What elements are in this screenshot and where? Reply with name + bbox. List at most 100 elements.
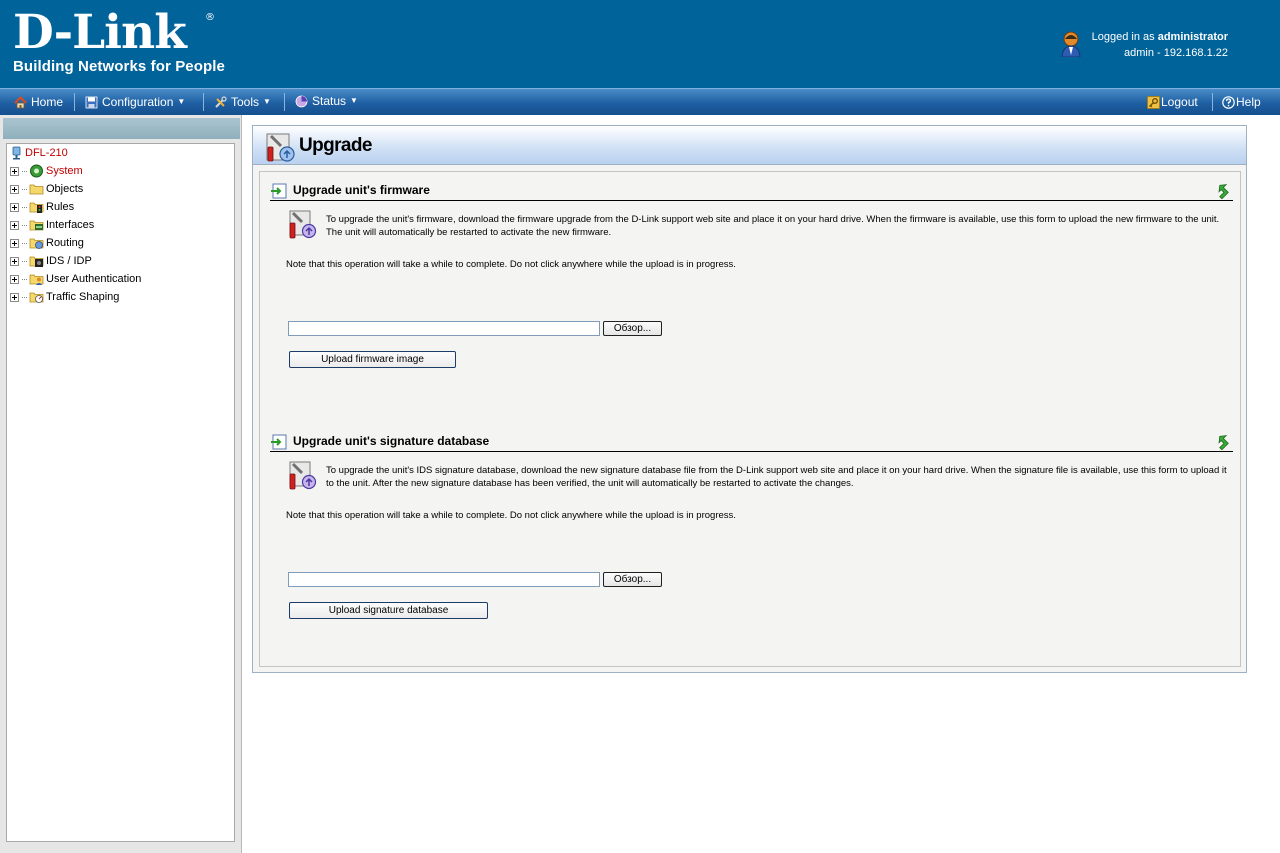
tree-item-label: IDS / IDP bbox=[46, 255, 92, 267]
tree-item-label: Objects bbox=[46, 183, 84, 195]
chevron-down-icon: ▼ bbox=[263, 97, 271, 106]
tools-icon bbox=[215, 95, 227, 108]
section-header-firmware: Upgrade unit's firmware bbox=[270, 182, 1233, 201]
tree-connector bbox=[22, 242, 27, 244]
upload-firmware-button[interactable]: Upload firmware image bbox=[289, 351, 456, 368]
user-icon bbox=[1061, 31, 1081, 57]
menu-status[interactable]: Status ▼ bbox=[295, 93, 358, 109]
sidebar: DFL-210 System Objects Rules Interfaces … bbox=[0, 115, 242, 853]
expand-icon[interactable] bbox=[10, 238, 19, 248]
signature-note: Note that this operation will take a whi… bbox=[286, 510, 736, 521]
firmware-note: Note that this operation will take a whi… bbox=[286, 259, 736, 270]
tree-connector bbox=[22, 260, 27, 262]
menu-home[interactable]: Home bbox=[14, 94, 63, 110]
routing-icon bbox=[29, 238, 44, 249]
content-panel: Upgrade Upgrade unit's firmware To upgra… bbox=[252, 125, 1247, 673]
tree-item-traffic-shaping[interactable]: Traffic Shaping bbox=[10, 289, 119, 305]
firmware-file-input[interactable] bbox=[288, 321, 600, 336]
help-icon bbox=[1222, 95, 1235, 109]
tree-connector bbox=[22, 188, 27, 190]
logo-registered-mark: ® bbox=[205, 12, 215, 23]
device-icon bbox=[12, 146, 21, 160]
chevron-down-icon: ▼ bbox=[177, 97, 186, 106]
tree-item-objects[interactable]: Objects bbox=[10, 181, 83, 197]
firmware-description: To upgrade the unit's firmware, download… bbox=[326, 214, 1220, 238]
dlink-logo: D-Link ® Building Networks for People bbox=[13, 5, 225, 75]
logo-wordmark: D-Link bbox=[13, 5, 187, 60]
menu-bar: Home Configuration ▼ Tools ▼ Status ▼ Lo… bbox=[0, 88, 1280, 115]
ids-icon bbox=[29, 256, 44, 267]
menu-help-label: Help bbox=[1236, 95, 1261, 109]
tree-connector bbox=[22, 296, 27, 298]
expand-icon[interactable] bbox=[10, 166, 19, 176]
status-icon bbox=[295, 95, 308, 107]
expand-icon[interactable] bbox=[10, 292, 19, 302]
page-title: Upgrade bbox=[299, 135, 372, 156]
upgrade-tools-icon bbox=[266, 133, 295, 162]
menu-logout-label: Logout bbox=[1161, 95, 1198, 109]
tree-item-routing[interactable]: Routing bbox=[10, 235, 84, 251]
user-auth-icon bbox=[29, 274, 44, 285]
tree-connector bbox=[22, 278, 27, 280]
logo-tagline: Building Networks for People bbox=[13, 58, 225, 75]
signature-browse-button[interactable]: Обзор... bbox=[603, 572, 662, 587]
tree-connector bbox=[22, 206, 27, 208]
logged-in-user: administrator bbox=[1157, 31, 1228, 43]
tree-item-label: Routing bbox=[46, 237, 84, 249]
tree-connector bbox=[22, 170, 27, 172]
menu-help[interactable]: Help bbox=[1222, 94, 1261, 110]
upgrade-tools-icon bbox=[289, 210, 317, 239]
menu-configuration[interactable]: Configuration ▼ bbox=[85, 94, 185, 110]
section-arrow-icon bbox=[271, 183, 287, 199]
login-info: Logged in as administrator admin - 192.1… bbox=[1092, 29, 1228, 61]
firmware-browse-button[interactable]: Обзор... bbox=[603, 321, 662, 336]
tree-item-ids-idp[interactable]: IDS / IDP bbox=[10, 253, 92, 269]
tree-item-label: Rules bbox=[46, 201, 75, 213]
back-to-top-icon[interactable] bbox=[1217, 183, 1231, 199]
tree-item-label: Interfaces bbox=[46, 219, 95, 231]
tree-item-label: User Authentication bbox=[46, 273, 142, 285]
section-header-signature: Upgrade unit's signature database bbox=[270, 433, 1233, 452]
tree-item-label: System bbox=[46, 165, 83, 177]
upgrade-tools-icon bbox=[289, 461, 317, 490]
logged-in-prefix: Logged in as bbox=[1091, 31, 1158, 43]
menu-tools-label: Tools bbox=[231, 95, 260, 109]
signature-file-input[interactable] bbox=[288, 572, 600, 587]
signature-description: To upgrade the unit's IDS signature data… bbox=[326, 465, 1227, 489]
folder-icon bbox=[29, 184, 44, 195]
back-to-top-icon[interactable] bbox=[1217, 434, 1231, 450]
section-title-firmware: Upgrade unit's firmware bbox=[293, 183, 430, 197]
menu-separator bbox=[74, 93, 75, 111]
menu-separator bbox=[1212, 93, 1213, 111]
menu-logout[interactable]: Logout bbox=[1147, 94, 1198, 110]
chevron-down-icon: ▼ bbox=[350, 96, 358, 105]
save-disk-icon bbox=[85, 96, 98, 108]
navigation-tree[interactable]: DFL-210 System Objects Rules Interfaces … bbox=[6, 143, 235, 842]
tree-item-interfaces[interactable]: Interfaces bbox=[10, 217, 94, 233]
menu-home-label: Home bbox=[31, 95, 64, 109]
page-header: Upgrade bbox=[253, 126, 1246, 165]
expand-icon[interactable] bbox=[10, 256, 19, 266]
menu-status-label: Status bbox=[312, 94, 347, 108]
expand-icon[interactable] bbox=[10, 202, 19, 212]
upgrade-form-area: Upgrade unit's firmware To upgrade the u… bbox=[259, 171, 1241, 667]
gear-icon bbox=[30, 164, 43, 178]
header-bar: D-Link ® Building Networks for People Lo… bbox=[0, 0, 1280, 88]
tree-root-label: DFL-210 bbox=[25, 147, 68, 159]
key-icon bbox=[1147, 95, 1160, 109]
menu-separator bbox=[203, 93, 204, 111]
expand-icon[interactable] bbox=[10, 274, 19, 284]
upload-signature-button[interactable]: Upload signature database bbox=[289, 602, 488, 619]
tree-item-user-authentication[interactable]: User Authentication bbox=[10, 271, 141, 287]
menu-tools[interactable]: Tools ▼ bbox=[214, 94, 271, 110]
tree-item-system[interactable]: System bbox=[10, 163, 83, 179]
tree-connector bbox=[22, 224, 27, 226]
section-title-signature: Upgrade unit's signature database bbox=[293, 434, 490, 448]
session-info: admin - 192.168.1.22 bbox=[1124, 47, 1228, 59]
traffic-shaping-icon bbox=[29, 292, 44, 303]
tree-item-rules[interactable]: Rules bbox=[10, 199, 74, 215]
expand-icon[interactable] bbox=[10, 184, 19, 194]
tree-root-dfl-210[interactable]: DFL-210 bbox=[10, 145, 68, 161]
home-icon bbox=[14, 95, 27, 108]
expand-icon[interactable] bbox=[10, 220, 19, 230]
